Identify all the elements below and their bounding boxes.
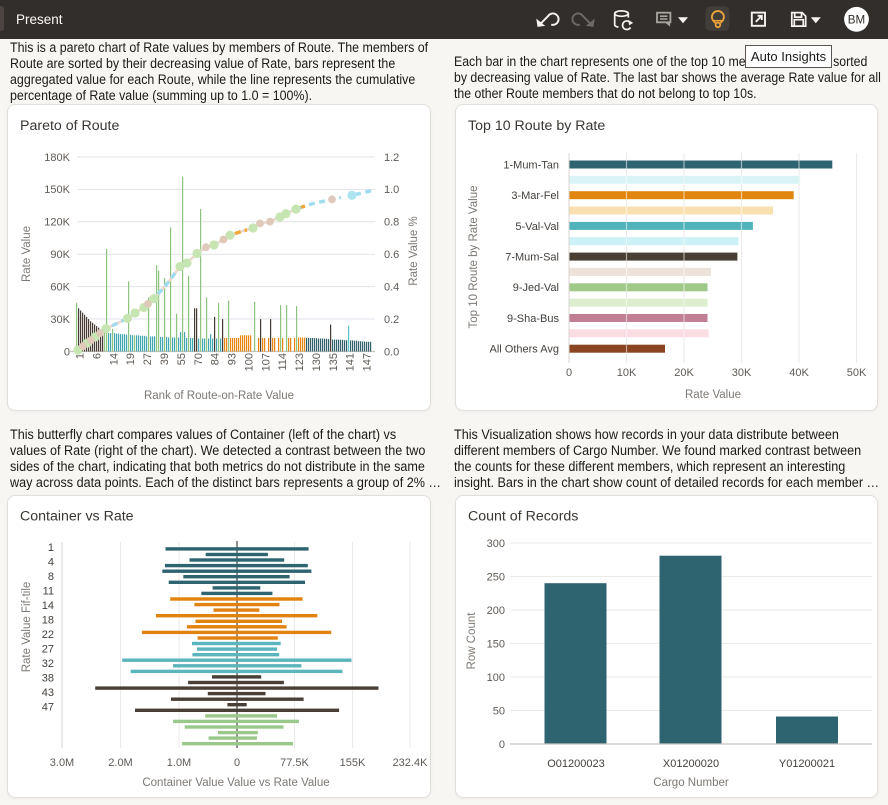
svg-text:130: 130 [311,353,323,371]
svg-text:Rate Value: Rate Value [21,226,33,282]
svg-text:5-Val-Val: 5-Val-Val [515,221,559,233]
svg-text:2.0M: 2.0M [108,757,132,769]
svg-text:All Others Avg: All Others Avg [490,344,560,356]
svg-text:114: 114 [277,353,289,371]
svg-text:0.8: 0.8 [384,217,399,229]
svg-text:Container vs Rate: Container vs Rate [20,509,134,525]
svg-text:150K: 150K [44,184,70,196]
svg-text:3-Mar-Fel: 3-Mar-Fel [511,190,559,202]
svg-text:0.0: 0.0 [384,346,399,358]
svg-text:1: 1 [48,542,54,554]
svg-text:20K: 20K [674,367,694,379]
svg-text:9-Jed-Val: 9-Jed-Val [513,282,559,294]
svg-text:Count of Records: Count of Records [468,509,578,525]
svg-text:Top 10 Route by Rate: Top 10 Route by Rate [468,118,605,134]
svg-text:0.6: 0.6 [384,249,399,261]
svg-text:4: 4 [48,557,54,569]
svg-text:Cargo Number: Cargo Number [653,777,729,789]
svg-text:1.0M: 1.0M [167,757,191,769]
svg-text:120K: 120K [44,217,70,229]
svg-text:107: 107 [260,353,272,371]
svg-text:11: 11 [43,586,54,598]
svg-text:1.2: 1.2 [384,152,399,164]
svg-text:0.4: 0.4 [384,281,399,293]
svg-text:123: 123 [294,353,306,371]
svg-text:X01200020: X01200020 [663,758,719,770]
svg-text:43: 43 [42,687,54,699]
svg-text:3.0M: 3.0M [50,757,74,769]
svg-text:30K: 30K [50,314,70,326]
svg-text:19: 19 [125,353,137,365]
svg-text:1-Mum-Tan: 1-Mum-Tan [503,159,559,171]
svg-text:100: 100 [243,353,255,371]
svg-text:50K: 50K [847,367,867,379]
svg-text:38: 38 [42,673,54,685]
svg-text:39: 39 [159,353,171,365]
svg-text:22: 22 [42,629,54,641]
svg-text:60K: 60K [50,281,70,293]
svg-text:O01200023: O01200023 [547,758,605,770]
svg-text:100: 100 [487,672,505,684]
svg-text:Container Value Value vs Rate: Container Value Value vs Rate Value [142,777,329,789]
svg-text:32: 32 [42,658,54,670]
svg-text:50: 50 [493,705,505,717]
svg-text:0: 0 [566,367,572,379]
svg-text:0.2: 0.2 [384,314,399,326]
svg-text:77.5K: 77.5K [280,757,309,769]
svg-text:BM: BM [848,13,865,26]
svg-text:27: 27 [142,353,154,365]
svg-text:Rate Value %: Rate Value % [408,216,420,285]
svg-text:90K: 90K [50,249,70,261]
svg-text:40K: 40K [789,367,809,379]
svg-text:0: 0 [499,739,505,751]
svg-text:9-Sha-Bus: 9-Sha-Bus [507,313,559,325]
svg-text:147: 147 [362,353,374,371]
svg-text:155K: 155K [340,757,366,769]
svg-text:141: 141 [345,353,357,371]
svg-text:6: 6 [92,353,104,359]
svg-text:93: 93 [227,353,239,365]
svg-text:180K: 180K [44,152,70,164]
svg-text:Rate Value: Rate Value [685,389,741,401]
svg-text:300: 300 [487,538,505,550]
svg-text:Top 10 Route by Rate Value: Top 10 Route by Rate Value [468,186,480,329]
svg-text:Y01200021: Y01200021 [779,758,835,770]
svg-text:232.4K: 232.4K [393,757,429,769]
svg-text:55: 55 [176,353,188,365]
svg-text:Rank of Route-on-Rate Value: Rank of Route-on-Rate Value [144,390,294,402]
svg-text:7-Mum-Sal: 7-Mum-Sal [505,252,559,264]
svg-text:0: 0 [234,757,240,769]
svg-text:Rate Value Fif-tile: Rate Value Fif-tile [21,582,33,673]
svg-text:250: 250 [487,571,505,583]
svg-text:10K: 10K [617,367,637,379]
svg-text:0: 0 [64,346,70,358]
svg-text:14: 14 [108,353,120,365]
svg-text:84: 84 [210,353,222,365]
svg-text:27: 27 [42,644,54,656]
svg-text:70: 70 [193,353,205,365]
svg-text:14: 14 [42,600,54,612]
svg-text:Pareto of Route: Pareto of Route [20,118,119,134]
svg-text:135: 135 [328,353,340,371]
svg-text:18: 18 [42,615,54,627]
svg-text:30K: 30K [732,367,752,379]
svg-text:1.0: 1.0 [384,184,399,196]
svg-text:150: 150 [487,638,505,650]
svg-text:Row Count: Row Count [466,612,478,670]
svg-text:200: 200 [487,605,505,617]
svg-text:8: 8 [48,571,54,583]
svg-text:47: 47 [42,702,54,714]
